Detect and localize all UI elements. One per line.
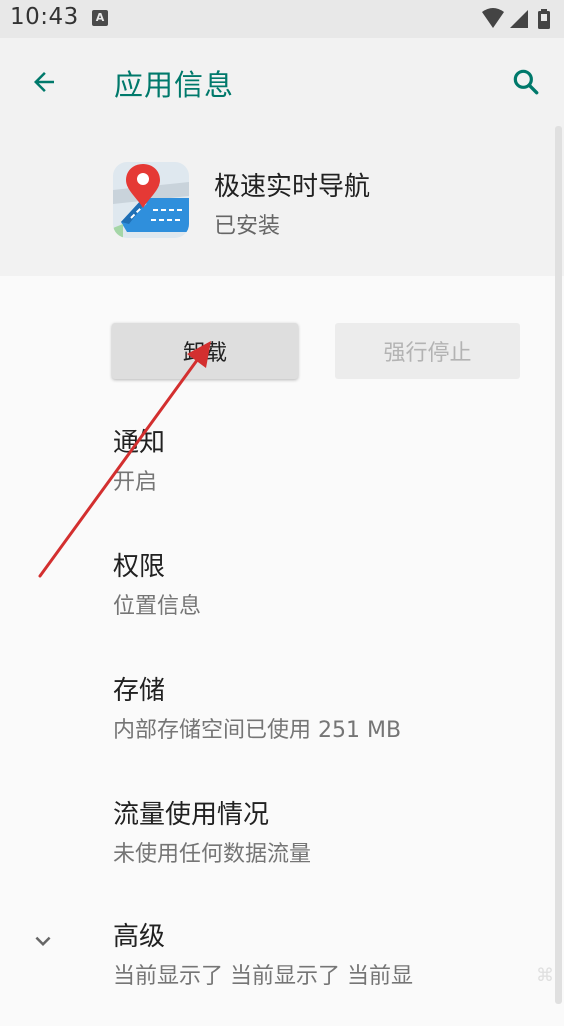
app-name: 极速实时导航 xyxy=(214,172,371,202)
chevron-down-icon xyxy=(35,936,51,946)
search-icon xyxy=(513,69,539,95)
app-header: 极速实时导航 已安装 xyxy=(0,126,564,276)
item-summary: 开启 xyxy=(113,470,158,495)
item-title: 流量使用情况 xyxy=(113,800,270,830)
uninstall-button[interactable]: 卸载 xyxy=(112,323,298,379)
status-bar: 10:43 A xyxy=(0,0,564,38)
list-item-advanced[interactable]: 高级 当前显示了 当前显示了 当前显 xyxy=(0,916,564,1026)
item-summary: 未使用任何数据流量 xyxy=(113,842,312,867)
item-title: 存储 xyxy=(113,676,166,706)
list-item-data-usage[interactable]: 流量使用情况 未使用任何数据流量 xyxy=(0,794,564,904)
wifi-icon xyxy=(482,8,504,28)
list-item-notifications[interactable]: 通知 开启 xyxy=(0,422,564,532)
item-title: 高级 xyxy=(113,922,166,952)
signal-icon xyxy=(510,10,528,28)
item-summary: 位置信息 xyxy=(113,594,202,619)
arrow-back-icon xyxy=(34,72,54,92)
page-title: 应用信息 xyxy=(114,68,235,102)
list-item-storage[interactable]: 存储 内部存储空间已使用 251 MB xyxy=(0,670,564,780)
force-stop-button: 强行停止 xyxy=(335,323,520,379)
list-item-permissions[interactable]: 权限 位置信息 xyxy=(0,546,564,656)
battery-icon xyxy=(538,9,550,29)
app-install-status: 已安装 xyxy=(214,214,281,239)
status-icons xyxy=(482,8,550,29)
scrollbar[interactable] xyxy=(555,126,562,1004)
back-button[interactable] xyxy=(22,60,66,104)
item-summary: 当前显示了 当前显示了 当前显 xyxy=(113,964,413,989)
status-time: 10:43 xyxy=(10,4,79,30)
item-title: 权限 xyxy=(113,552,166,582)
search-button[interactable] xyxy=(504,60,548,104)
keyboard-badge-icon: A xyxy=(92,10,108,26)
item-summary: 内部存储空间已使用 251 MB xyxy=(113,718,402,743)
app-bar: 应用信息 xyxy=(0,38,564,126)
watermark: ⌘ xyxy=(536,965,554,985)
navigation-app-icon xyxy=(113,162,189,238)
item-title: 通知 xyxy=(113,428,166,458)
